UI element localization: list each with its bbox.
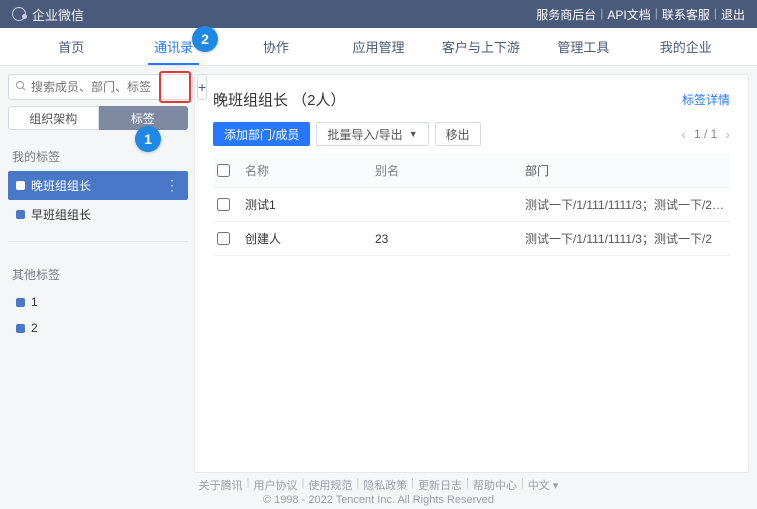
row-checkbox[interactable] [217, 232, 230, 245]
nav-home[interactable]: 首页 [20, 28, 122, 65]
my-tags-title: 我的标签 [8, 142, 188, 171]
footer-link[interactable]: 用户协议 [253, 477, 297, 493]
annotation-badge-2: 2 [192, 26, 218, 52]
search-row: + [8, 74, 188, 100]
nav-bar: 首页 通讯录 协作 应用管理 客户与上下游 管理工具 我的企业 [0, 28, 757, 66]
tag-item-night[interactable]: 晚班组组长 ⋮ [8, 171, 188, 200]
table-header: 名称 别名 部门 [213, 154, 730, 188]
tag-label: 晚班组组长 [31, 177, 91, 194]
cell-dept: 测试一下/1/111/1111/3；测试一下/2 [525, 230, 726, 247]
chevron-down-icon: ▼ [409, 129, 418, 139]
export-button[interactable]: 移出 [435, 122, 481, 146]
brand-icon [12, 7, 26, 21]
tag-icon [16, 210, 25, 219]
other-tags-title: 其他标签 [8, 260, 188, 289]
page-indicator: 1 / 1 [694, 127, 717, 141]
page-prev[interactable]: ‹ [681, 126, 686, 142]
tag-icon [16, 324, 25, 333]
segment-tabs: 组织架构 标签 [8, 106, 188, 130]
footer-link[interactable]: 关于腾讯 [199, 477, 243, 493]
content-title: 晚班组组长 （2人） [213, 89, 346, 110]
brand-name: 企业微信 [32, 5, 84, 24]
top-links: 服务商后台| API文档| 联系客服| 退出 [536, 6, 745, 23]
search-icon [15, 80, 27, 95]
tag-item-morning[interactable]: 早班组组长 [8, 200, 188, 229]
copyright: © 1998 - 2022 Tencent Inc. All Rights Re… [263, 494, 494, 506]
tag-label: 1 [31, 295, 38, 309]
search-input[interactable] [31, 80, 186, 94]
batch-button[interactable]: 批量导入/导出▼ [316, 122, 428, 146]
content-panel: 晚班组组长 （2人） 标签详情 添加部门/成员 批量导入/导出▼ 移出 ‹ 1 … [194, 74, 749, 473]
tag-label: 早班组组长 [31, 206, 91, 223]
toolbar: 添加部门/成员 批量导入/导出▼ 移出 ‹ 1 / 1 › [213, 122, 730, 146]
main-area: + 组织架构 标签 我的标签 晚班组组长 ⋮ 早班组组长 其他标签 [0, 66, 757, 473]
table-row[interactable]: 测试1 测试一下/1/111/1111/3；测试一下/2；测试一下/1；测... [213, 188, 730, 222]
tag-icon [16, 181, 25, 190]
nav-company[interactable]: 我的企业 [635, 28, 737, 65]
select-all-checkbox[interactable] [217, 164, 230, 177]
pager: ‹ 1 / 1 › [681, 126, 730, 142]
nav-customer[interactable]: 客户与上下游 [430, 28, 532, 65]
detail-link[interactable]: 标签详情 [682, 91, 730, 108]
cell-dept: 测试一下/1/111/1111/3；测试一下/2；测试一下/1；测... [525, 196, 726, 213]
footer-link[interactable]: 使用规范 [308, 477, 352, 493]
cell-name: 测试1 [245, 196, 375, 213]
col-name: 名称 [245, 162, 375, 179]
tag-item-other1[interactable]: 1 [8, 289, 188, 315]
annotation-badge-1: 1 [135, 126, 161, 152]
nav-apps[interactable]: 应用管理 [327, 28, 429, 65]
sidebar: + 组织架构 标签 我的标签 晚班组组长 ⋮ 早班组组长 其他标签 [8, 74, 188, 473]
link-service[interactable]: 服务商后台 [536, 6, 596, 23]
more-icon[interactable]: ⋮ [165, 177, 180, 194]
row-checkbox[interactable] [217, 198, 230, 211]
footer-link[interactable]: 更新日志 [418, 477, 462, 493]
tag-item-other2[interactable]: 2 [8, 315, 188, 341]
other-tags-section: 其他标签 1 2 [8, 260, 188, 341]
nav-tools[interactable]: 管理工具 [532, 28, 634, 65]
table-row[interactable]: 创建人 23 测试一下/1/111/1111/3；测试一下/2 [213, 222, 730, 256]
col-alias: 别名 [375, 162, 525, 179]
footer-link[interactable]: 隐私政策 [363, 477, 407, 493]
add-button[interactable]: + [197, 74, 207, 100]
footer: 关于腾讯| 用户协议| 使用规范| 隐私政策| 更新日志| 帮助中心| 中文 ▾… [0, 473, 757, 509]
nav-collab[interactable]: 协作 [225, 28, 327, 65]
link-support[interactable]: 联系客服 [662, 6, 710, 23]
page-next[interactable]: › [725, 126, 730, 142]
my-tags-section: 我的标签 晚班组组长 ⋮ 早班组组长 [8, 142, 188, 229]
col-dept: 部门 [525, 162, 726, 179]
divider [8, 241, 188, 242]
seg-org[interactable]: 组织架构 [8, 106, 99, 130]
plus-icon: + [198, 79, 206, 95]
link-logout[interactable]: 退出 [721, 6, 745, 23]
tag-label: 2 [31, 321, 38, 335]
top-bar: 企业微信 服务商后台| API文档| 联系客服| 退出 [0, 0, 757, 28]
link-api[interactable]: API文档 [607, 6, 650, 23]
cell-name: 创建人 [245, 230, 375, 247]
tag-icon [16, 298, 25, 307]
cell-alias: 23 [375, 232, 525, 246]
search-box[interactable] [8, 74, 193, 100]
content-header: 晚班组组长 （2人） 标签详情 [213, 89, 730, 110]
add-member-button[interactable]: 添加部门/成员 [213, 122, 310, 146]
footer-link[interactable]: 帮助中心 [473, 477, 517, 493]
brand: 企业微信 [12, 5, 84, 24]
footer-lang[interactable]: 中文 ▾ [528, 477, 559, 493]
